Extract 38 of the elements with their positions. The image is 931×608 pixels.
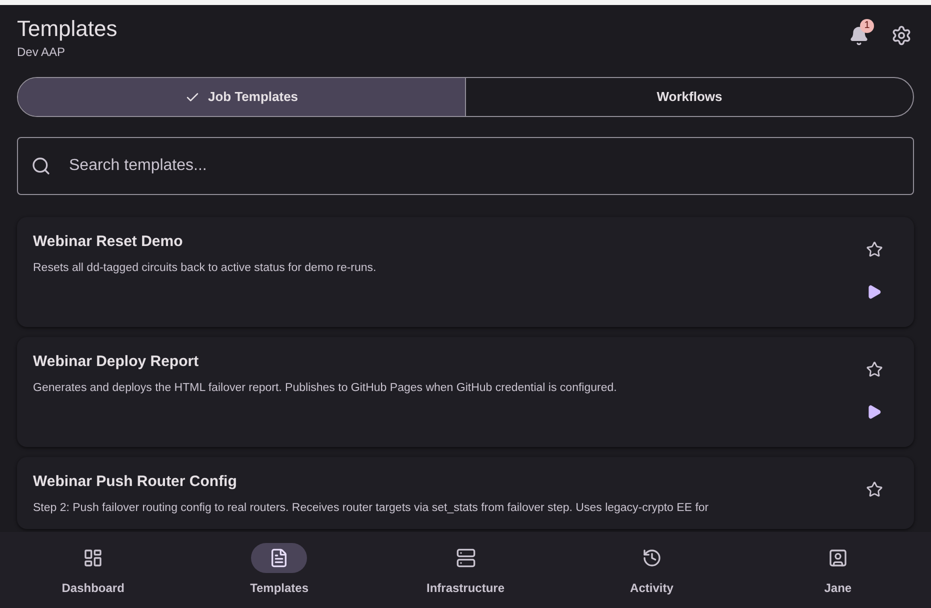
- favorite-button[interactable]: [866, 481, 882, 498]
- nav-item[interactable]: Dashboard: [0, 543, 186, 597]
- dashboard-icon: [83, 548, 104, 568]
- segment-tab[interactable]: Job Templates: [18, 78, 465, 116]
- settings-button[interactable]: [891, 25, 912, 46]
- server-icon: [456, 548, 476, 568]
- settings-icon: [891, 25, 912, 46]
- template-name: Webinar Reset Demo: [33, 232, 184, 252]
- template-card[interactable]: Webinar Deploy Report Generates and deploys the HTML failover report. Publishes to GitHub Pages when GitHub credential is configured.: [17, 337, 914, 447]
- play-icon: [866, 404, 882, 420]
- star-icon: [866, 361, 882, 378]
- nav-item[interactable]: Infrastructure: [372, 543, 559, 597]
- play-icon: [866, 284, 882, 300]
- star-icon: [866, 481, 882, 498]
- favorite-button[interactable]: [866, 361, 882, 378]
- user-badge-icon: [828, 548, 848, 568]
- page-title: Templates: [17, 15, 118, 43]
- search-field[interactable]: Search templates...: [17, 137, 914, 195]
- nav-item[interactable]: Activity: [558, 543, 745, 597]
- template-card[interactable]: Webinar Push Router Config Step 2: Push failover routing config to real routers. Receives router targets via set_stats from failover step. Uses legacy-crypto EE for: [17, 457, 914, 529]
- template-description: Generates and deploys the HTML failover report. Publishes to GitHub Pages when GitHub credential is configured.: [33, 380, 618, 396]
- template-description: Step 2: Push failover routing config to real routers. Receives router targets via set_stats from failover step. Uses legacy-crypto EE for: [33, 500, 710, 516]
- page-subtitle: Dev AAP: [17, 44, 66, 61]
- template-name: Webinar Deploy Report: [33, 352, 200, 372]
- history-icon: [642, 548, 662, 568]
- search-icon: [31, 156, 51, 176]
- notification-count-badge: 1: [860, 18, 874, 32]
- launch-button[interactable]: [866, 404, 882, 420]
- launch-button[interactable]: [866, 284, 882, 300]
- document-icon: [269, 548, 290, 568]
- favorite-button[interactable]: [866, 241, 882, 258]
- nav-item[interactable]: Jane: [744, 543, 931, 597]
- template-name: Webinar Push Router Config: [33, 472, 238, 492]
- star-icon: [866, 241, 882, 258]
- segment-tab[interactable]: Workflows: [465, 78, 913, 116]
- template-card[interactable]: Webinar Reset Demo Resets all dd-tagged circuits back to active status for demo re-runs.: [17, 217, 914, 327]
- nav-item[interactable]: Templates: [186, 543, 372, 597]
- template-description: Resets all dd-tagged circuits back to active status for demo re-runs.: [33, 260, 378, 276]
